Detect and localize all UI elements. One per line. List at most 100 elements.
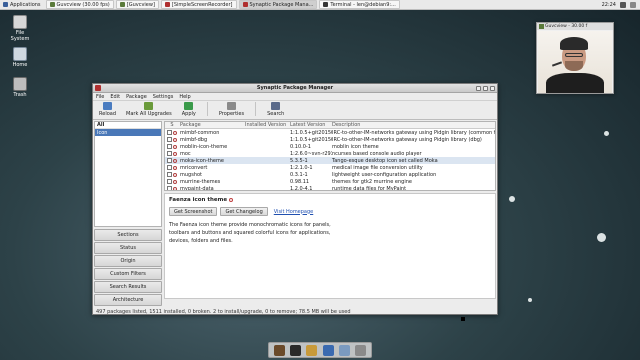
status-button[interactable]: Status (94, 242, 162, 254)
architecture-button[interactable]: Architecture (94, 294, 162, 306)
app-finder-icon[interactable] (338, 344, 350, 356)
status-cell[interactable] (165, 151, 179, 156)
column-description[interactable]: Description (332, 122, 495, 128)
mark-checkbox[interactable] (167, 172, 172, 177)
taskbar-item-screenrecorder[interactable]: [SimpleScreenRecorder] (160, 0, 237, 9)
network-icon[interactable] (620, 1, 626, 8)
column-installed-version[interactable]: Installed Version (245, 122, 290, 128)
status-cell[interactable] (165, 172, 179, 177)
show-desktop-icon[interactable] (273, 344, 285, 356)
mark-checkbox[interactable] (167, 137, 172, 142)
table-header: S Package Installed Version Latest Versi… (165, 122, 495, 129)
status-cell[interactable] (165, 137, 179, 142)
taskbar-item-terminal[interactable]: Terminal - len@debian9:... (319, 0, 400, 9)
status-cell[interactable] (165, 186, 179, 190)
table-row[interactable]: mimbf-dbg 1:1.0.5+git201505(IRC-to-other-… (165, 136, 495, 143)
menu-package[interactable]: Package (126, 94, 147, 100)
table-row[interactable]: moc 1:2.6.0~svn-r2935-ncurses based conso… (165, 150, 495, 157)
description-cell: ncurses based console audio player (332, 150, 422, 157)
menu-help[interactable]: Help (179, 94, 190, 100)
get-screenshot-button[interactable]: Get Screenshot (169, 207, 218, 216)
file-manager-icon[interactable] (306, 344, 318, 356)
applications-menu[interactable]: Applications (0, 0, 44, 10)
toolbar-separator (206, 102, 208, 116)
status-cell[interactable] (165, 165, 179, 170)
mark-all-upgrades-button[interactable]: Mark All Upgrades (126, 102, 172, 117)
origin-button[interactable]: Origin (94, 255, 162, 267)
desktop-icon-home[interactable]: Home (5, 47, 35, 68)
filter-item-icon[interactable]: Icon (95, 129, 161, 136)
power-icon[interactable] (630, 1, 636, 8)
clock[interactable]: 22:24 (602, 2, 616, 8)
table-row[interactable]: mugshot 0.3.1-1 lightweight user-configura… (165, 171, 495, 178)
table-row[interactable]: mimbf-common 1:1.0.5+git201505(IRC-to-oth… (165, 129, 495, 136)
description-cell: Tango-esque desktop icon set called Moka (332, 157, 438, 164)
sections-button[interactable]: Sections (94, 229, 162, 241)
properties-button[interactable]: Properties (219, 102, 244, 117)
menu-edit[interactable]: Edit (110, 94, 120, 100)
package-status-icon (173, 165, 177, 170)
trash-icon (13, 77, 27, 91)
table-row[interactable]: moblin-icon-theme 0.10.0-1 moblin icon the… (165, 143, 495, 150)
details-title: Faenza icon theme (169, 197, 228, 203)
person-beanie (560, 37, 588, 50)
menu-settings[interactable]: Settings (153, 94, 174, 100)
reload-label: Reload (99, 111, 117, 117)
latest-version-cell: 1:1.0.5+git201505( (290, 129, 332, 136)
desktop-icon-label: Trash (13, 92, 27, 98)
menu-file[interactable]: File (96, 94, 104, 100)
description-cell: IRC-to-other-IM-networks gateway using P… (332, 129, 495, 136)
table-row[interactable]: murrine-themes 0.98.11 themes for gtk2 mur… (165, 178, 495, 185)
minimize-icon[interactable] (476, 86, 481, 91)
status-cell[interactable] (165, 130, 179, 135)
search-results-button[interactable]: Search Results (94, 281, 162, 293)
mark-checkbox[interactable] (167, 151, 172, 156)
get-changelog-button[interactable]: Get Changelog (220, 207, 268, 216)
mark-checkbox[interactable] (167, 144, 172, 149)
mark-checkbox[interactable] (167, 186, 172, 190)
visit-homepage-link[interactable]: Visit Homepage (271, 209, 314, 215)
latest-version-cell: 1:1.0.5+git201505( (290, 136, 332, 143)
search-icon (271, 102, 281, 110)
column-package[interactable]: Package (179, 122, 245, 128)
maximize-icon[interactable] (483, 86, 488, 91)
column-status[interactable]: S (165, 122, 179, 128)
properties-label: Properties (218, 111, 245, 117)
mark-checkbox[interactable] (167, 130, 172, 135)
taskbar-item-synaptic[interactable]: Synaptic Package Mana... (238, 0, 318, 9)
column-latest-version[interactable]: Latest Version (290, 122, 332, 128)
status-cell[interactable] (165, 179, 179, 184)
mark-checkbox[interactable] (167, 179, 172, 184)
apply-button[interactable]: Apply (182, 102, 196, 117)
wallpaper-dot (509, 196, 515, 202)
folder-icon[interactable] (355, 344, 367, 356)
terminal-icon[interactable] (289, 344, 301, 356)
desktop-icon-trash[interactable]: Trash (5, 77, 35, 98)
package-status-icon (229, 198, 234, 202)
status-cell[interactable] (165, 144, 179, 149)
description-cell: medical image file conversion utility (332, 164, 423, 171)
package-name-cell: mypaint-data (180, 185, 214, 191)
table-row[interactable]: mypaint-data 1.2.0-4.1 runtime data files … (165, 185, 495, 191)
mark-checkbox[interactable] (167, 165, 172, 170)
filter-header-all[interactable]: All (95, 122, 161, 129)
custom-filters-button[interactable]: Custom Filters (94, 268, 162, 280)
desktop-icon-file-system[interactable]: File System (5, 15, 35, 42)
search-button[interactable]: Search (267, 102, 284, 117)
web-browser-icon[interactable] (322, 344, 334, 356)
reload-icon (103, 102, 112, 110)
reload-button[interactable]: Reload (99, 102, 116, 117)
status-cell[interactable] (165, 158, 179, 163)
window-titlebar[interactable]: Synaptic Package Manager (93, 84, 497, 93)
close-icon[interactable] (490, 86, 495, 91)
webcam-titlebar[interactable]: Guvcview - 30.00 f (537, 23, 613, 30)
dock (268, 342, 372, 358)
table-row[interactable]: mriconvert 1:2.1.0-1 medical image file co… (165, 164, 495, 171)
taskbar-item-guvcview[interactable]: Guvcview (30.00 fps) (45, 0, 114, 9)
package-status-icon (173, 137, 177, 142)
package-name-cell: murrine-themes (180, 178, 221, 185)
mark-checkbox[interactable] (167, 158, 172, 163)
package-name-cell: mugshot (180, 171, 203, 178)
taskbar-item-guvcview-2[interactable]: [Guvcview] (115, 0, 159, 9)
table-row[interactable]: moka-icon-theme 5.3.5-1 Tango-esque deskto… (165, 157, 495, 164)
